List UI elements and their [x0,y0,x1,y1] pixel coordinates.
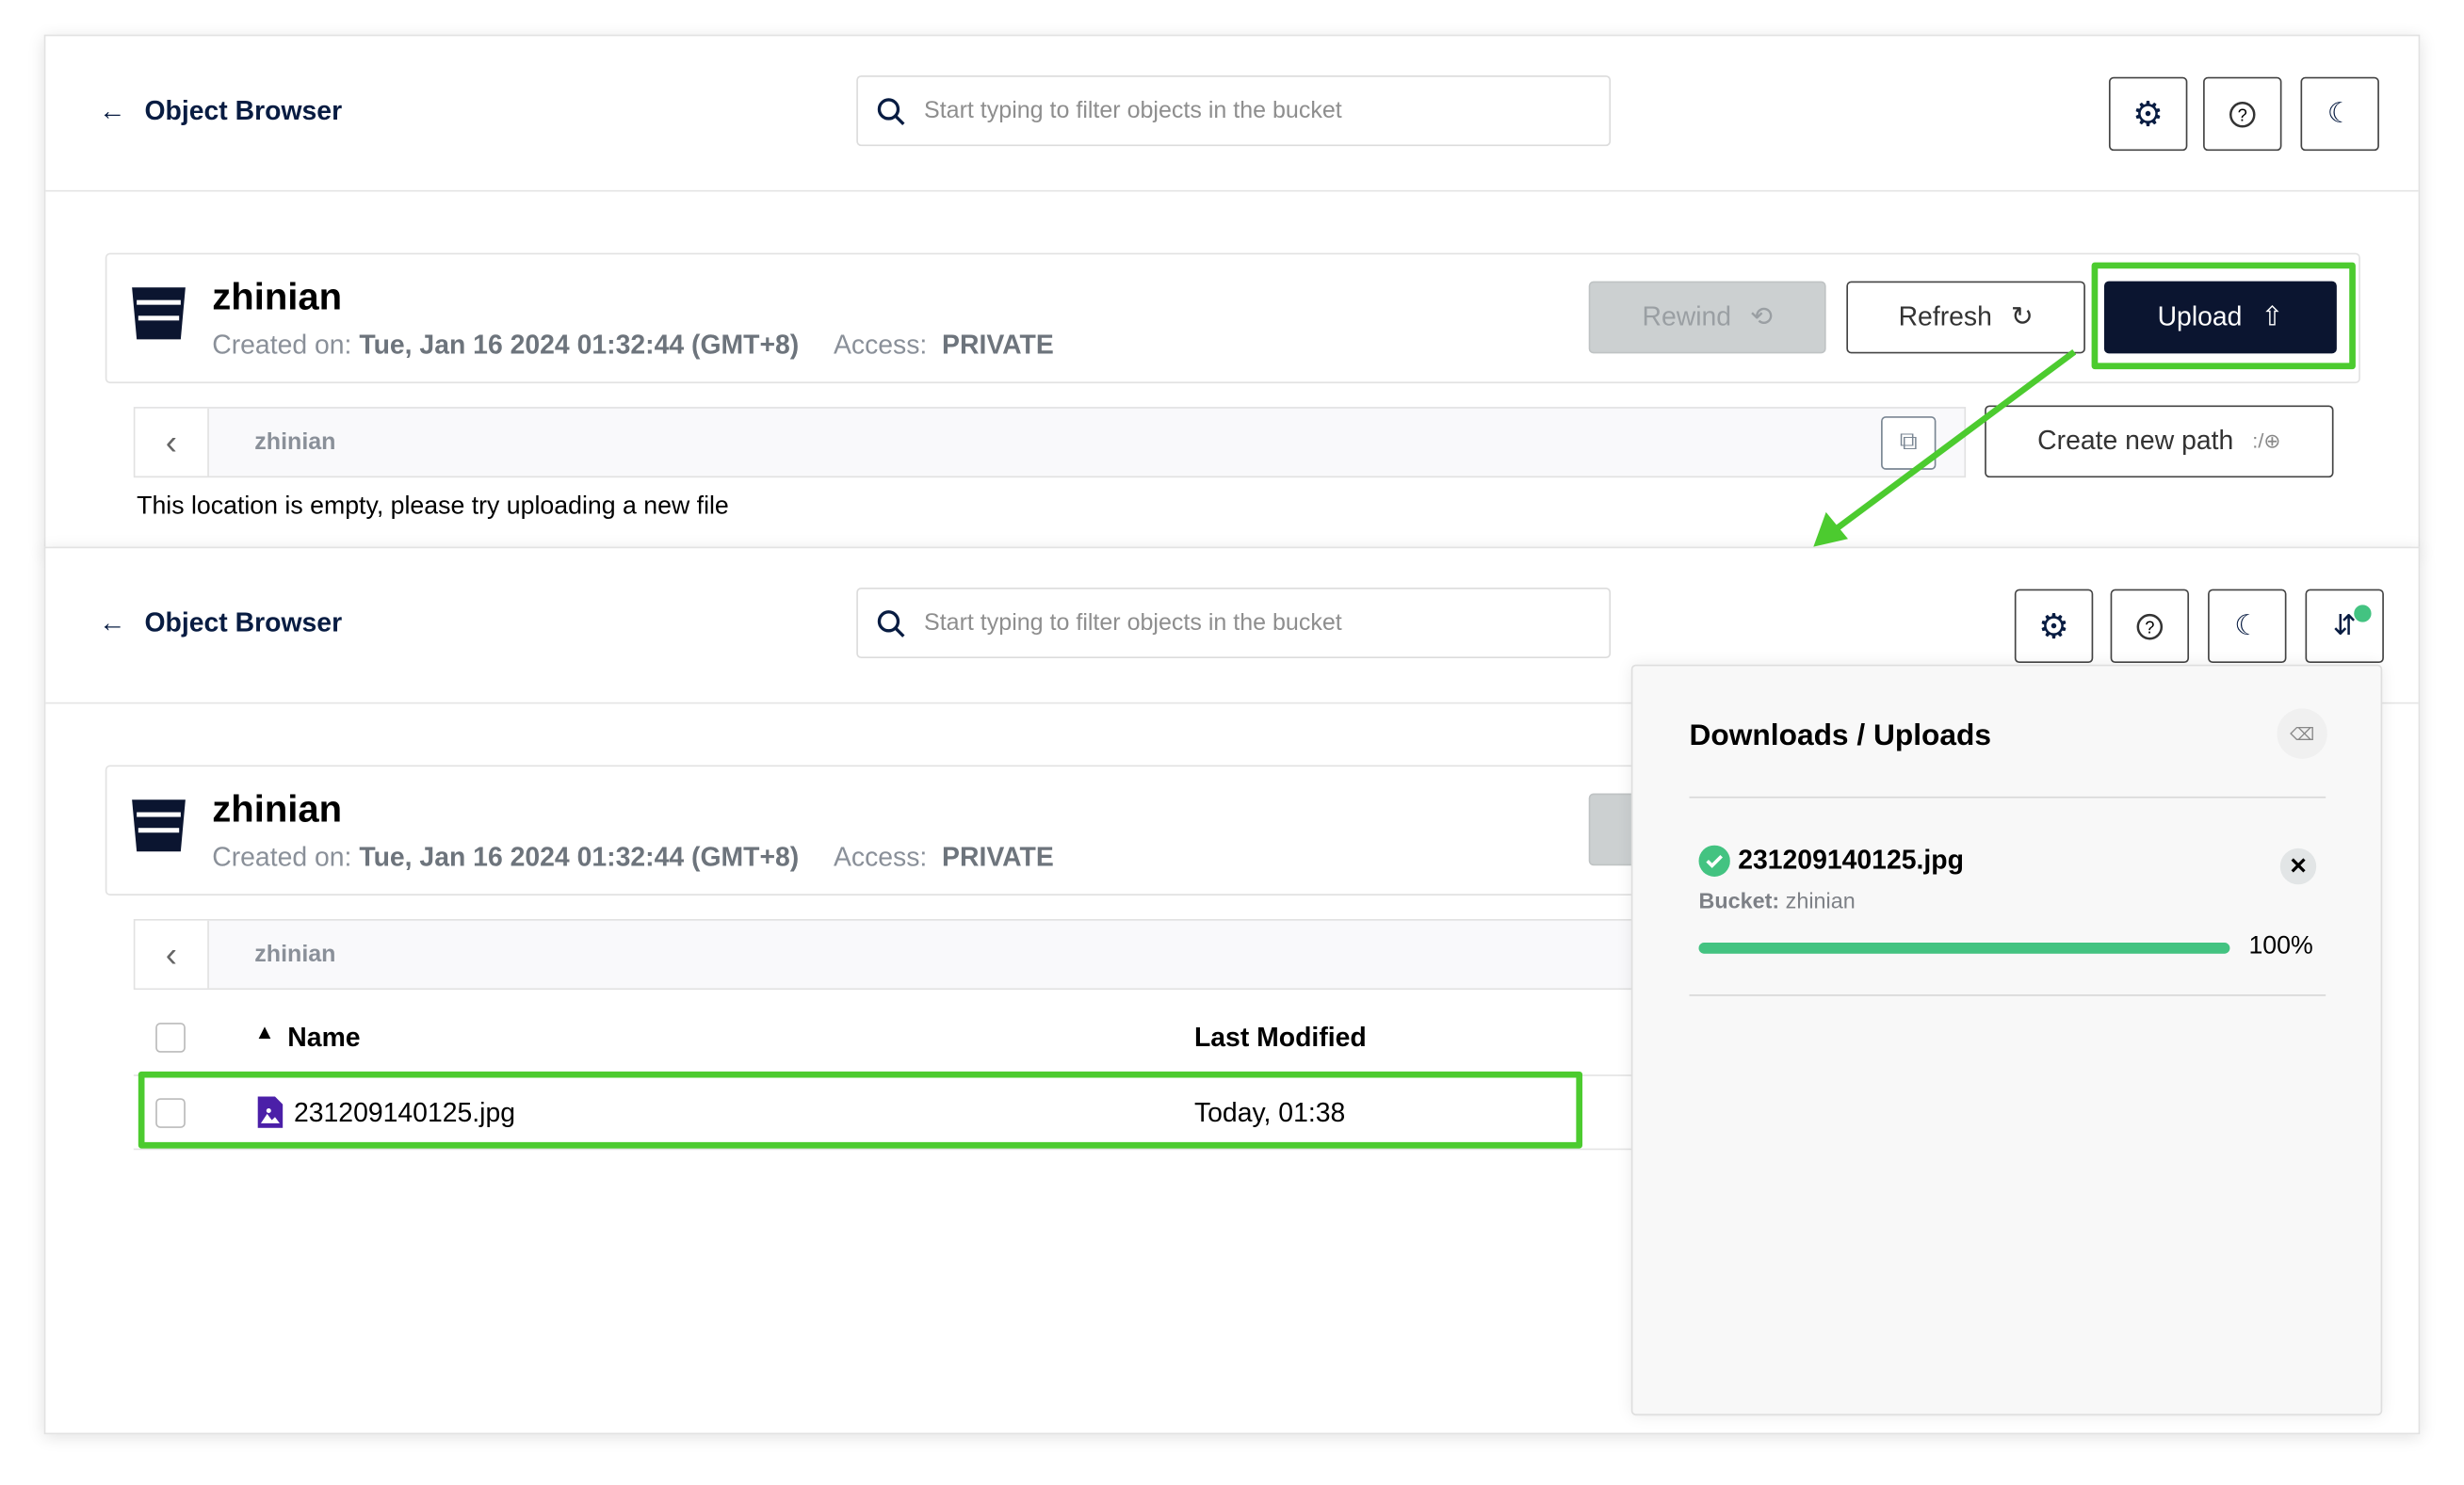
annotation-arrow [1813,349,2077,547]
screenshot-composite: ← Object Browser Start typing to filter … [0,0,2464,1485]
